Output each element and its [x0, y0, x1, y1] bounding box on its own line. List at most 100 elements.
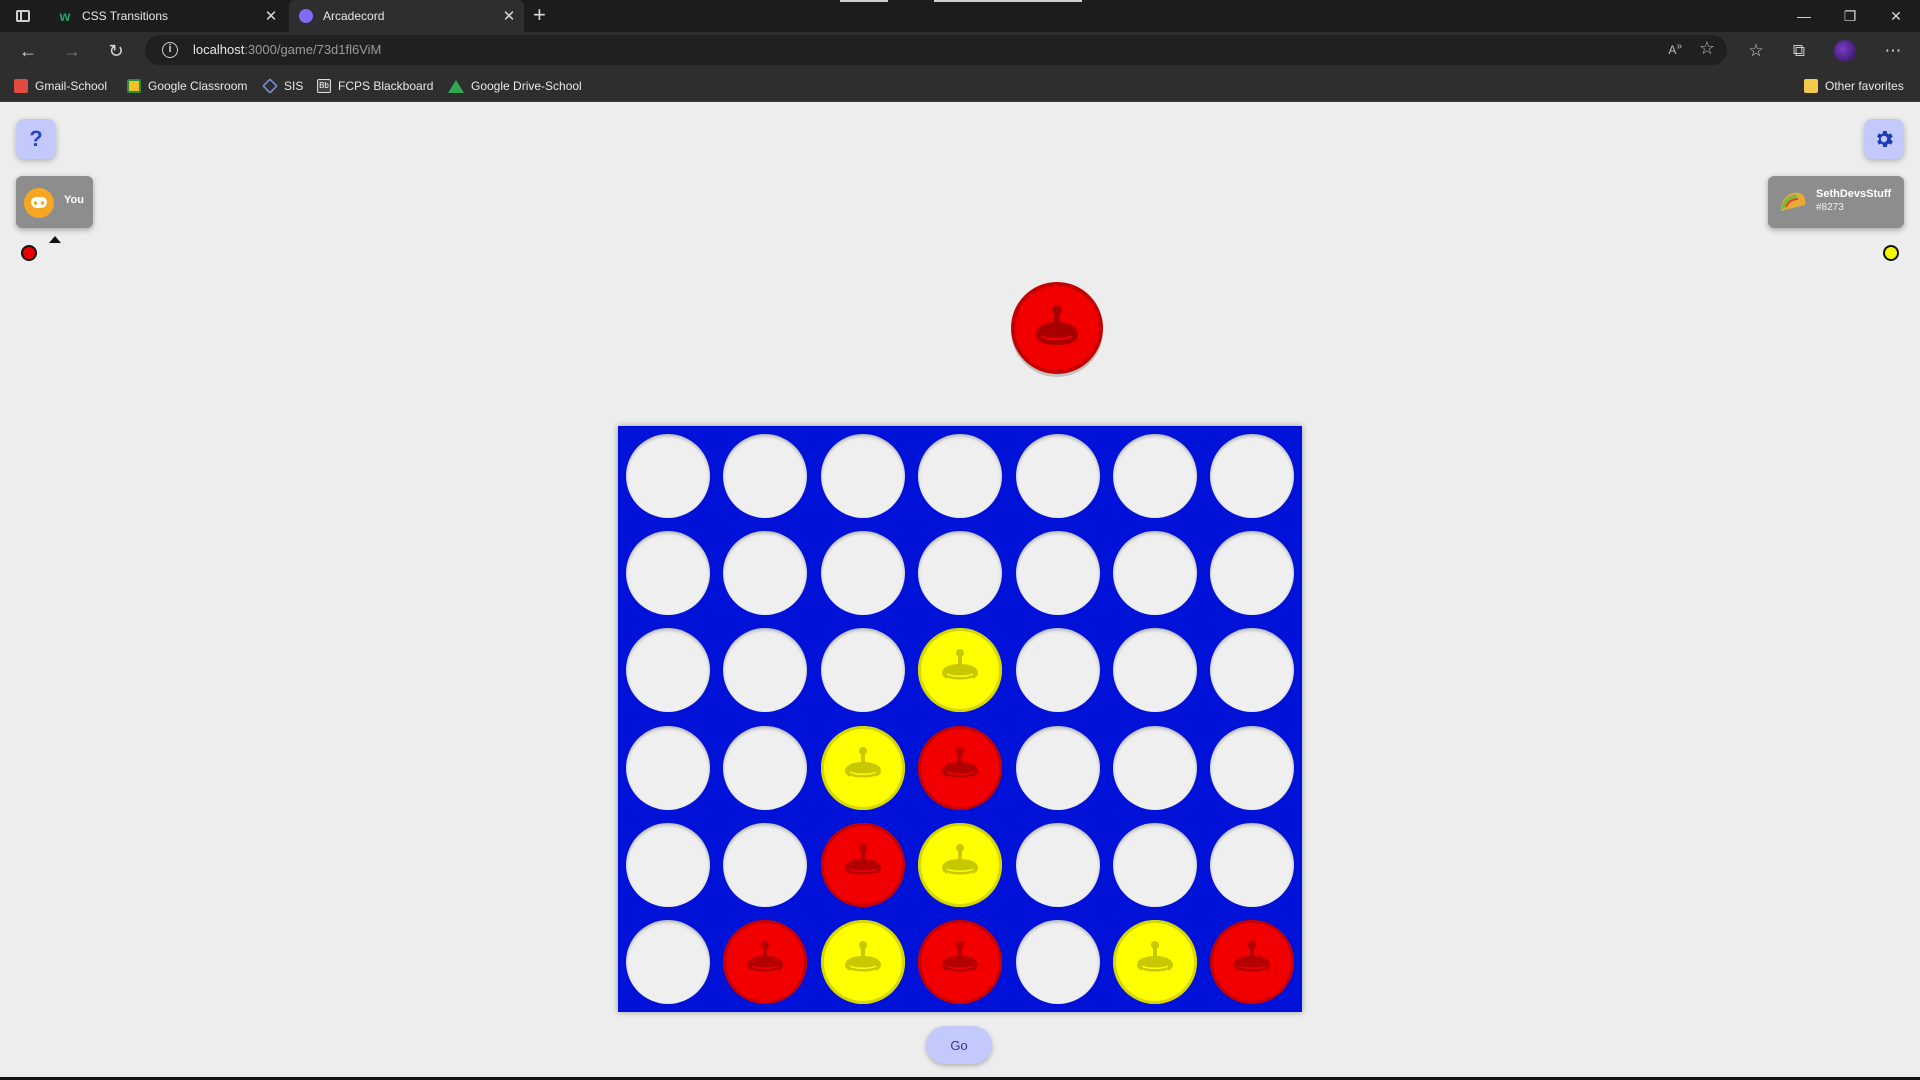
bookmark-classroom[interactable]: Google Classroom	[127, 78, 247, 94]
window-strip	[934, 0, 1082, 2]
go-button[interactable]: Go	[926, 1026, 992, 1064]
settings-button[interactable]	[1864, 119, 1904, 159]
yellow-piece[interactable]	[918, 822, 1003, 907]
new-tab-icon[interactable]: +	[533, 3, 546, 27]
empty-slot[interactable]	[1113, 725, 1197, 810]
favorite-star-icon[interactable]: ☆	[1699, 38, 1715, 59]
empty-slot[interactable]	[1015, 822, 1100, 907]
close-tab-icon[interactable]: ✕	[498, 7, 520, 25]
bookmark-gmail[interactable]: Gmail-School	[14, 78, 107, 94]
yellow-piece[interactable]	[918, 628, 1003, 713]
tab-actions-icon[interactable]	[12, 6, 34, 26]
player-color-dot-red	[21, 245, 37, 261]
empty-slot[interactable]	[723, 434, 808, 518]
yellow-piece[interactable]	[820, 725, 905, 810]
bookmark-drive[interactable]: Google Drive-School	[448, 78, 582, 94]
sis-icon	[262, 78, 278, 94]
tab-css-transitions[interactable]: w CSS Transitions ✕	[48, 0, 286, 32]
other-favorites[interactable]: Other favorites	[1804, 78, 1904, 94]
joystick-icon	[942, 746, 979, 779]
joystick-icon	[747, 941, 784, 973]
empty-slot[interactable]	[820, 434, 905, 518]
empty-slot[interactable]	[1015, 531, 1100, 616]
site-info-icon[interactable]: i	[162, 42, 178, 58]
empty-slot[interactable]	[1210, 822, 1295, 907]
empty-slot[interactable]	[723, 628, 808, 713]
address-bar[interactable]: i localhost:3000/game/73d1fl6ViM A» ☆	[145, 35, 1727, 65]
empty-slot[interactable]	[626, 531, 710, 616]
empty-slot[interactable]	[626, 920, 710, 1004]
empty-slot[interactable]	[1015, 434, 1100, 518]
red-piece[interactable]	[1210, 920, 1295, 1004]
empty-slot[interactable]	[723, 822, 808, 907]
w3schools-icon: w	[59, 8, 71, 24]
empty-slot[interactable]	[1015, 725, 1100, 810]
joystick-icon	[942, 649, 979, 682]
empty-slot[interactable]	[1113, 822, 1197, 907]
joystick-icon	[844, 941, 881, 973]
joystick-icon	[1137, 941, 1173, 973]
empty-slot[interactable]	[626, 725, 710, 810]
read-aloud-icon[interactable]: A»	[1668, 41, 1682, 57]
empty-slot[interactable]	[1113, 628, 1197, 713]
turn-indicator-arrow	[49, 236, 61, 243]
yellow-piece[interactable]	[1113, 920, 1197, 1004]
discord-avatar-icon	[24, 188, 54, 218]
close-window-icon[interactable]: ✕	[1873, 0, 1919, 32]
empty-slot[interactable]	[1210, 434, 1295, 518]
joystick-icon	[844, 843, 881, 876]
forward-icon[interactable]: →	[60, 39, 84, 63]
joystick-icon	[942, 941, 979, 973]
empty-slot[interactable]	[1015, 628, 1100, 713]
yellow-piece[interactable]	[820, 920, 905, 1004]
empty-slot[interactable]	[918, 531, 1003, 616]
tab-title: Arcadecord	[323, 9, 385, 23]
player-card-you: You	[16, 176, 93, 228]
empty-slot[interactable]	[1210, 531, 1295, 616]
gmail-icon	[14, 79, 28, 93]
back-icon[interactable]: ←	[16, 39, 40, 63]
joystick-icon	[1234, 941, 1271, 973]
drive-icon	[448, 79, 464, 93]
collections-icon[interactable]: ⧉	[1788, 40, 1810, 62]
empty-slot[interactable]	[626, 628, 710, 713]
empty-slot[interactable]	[1210, 628, 1295, 713]
empty-slot[interactable]	[1113, 531, 1197, 616]
joystick-icon	[844, 746, 881, 779]
favorites-icon[interactable]: ☆	[1745, 40, 1767, 62]
game-board[interactable]	[618, 426, 1302, 1012]
tab-arcadecord[interactable]: Arcadecord ✕	[289, 0, 524, 32]
empty-slot[interactable]	[1210, 725, 1295, 810]
close-tab-icon[interactable]: ✕	[260, 7, 282, 25]
minimize-icon[interactable]: —	[1781, 0, 1827, 32]
bookmark-sis[interactable]: SIS	[262, 78, 303, 94]
restore-icon[interactable]: ❐	[1827, 0, 1873, 32]
joystick-icon	[942, 843, 979, 876]
profile-avatar[interactable]	[1834, 40, 1856, 62]
game-page: ? You SethDevsStuff #8273 Go	[0, 102, 1920, 1080]
empty-slot[interactable]	[723, 725, 808, 810]
taco-avatar-icon	[1781, 192, 1806, 211]
empty-slot[interactable]	[820, 628, 905, 713]
current-red-piece[interactable]	[1008, 280, 1106, 378]
empty-slot[interactable]	[1113, 434, 1197, 518]
folder-icon	[1804, 79, 1818, 93]
empty-slot[interactable]	[626, 434, 710, 518]
red-piece[interactable]	[723, 920, 808, 1004]
empty-slot[interactable]	[723, 531, 808, 616]
red-piece[interactable]	[918, 725, 1003, 810]
reload-icon[interactable]: ↻	[104, 39, 128, 63]
red-piece[interactable]	[820, 822, 905, 907]
red-piece[interactable]	[918, 920, 1003, 1004]
arcadecord-icon	[299, 9, 313, 23]
empty-slot[interactable]	[1015, 920, 1100, 1004]
url-text: localhost:3000/game/73d1fl6ViM	[193, 42, 382, 57]
browser-toolbar: ← → ↻ i localhost:3000/game/73d1fl6ViM A…	[0, 32, 1920, 70]
help-button[interactable]: ?	[16, 119, 56, 159]
blackboard-icon: Bb	[317, 79, 331, 93]
more-menu-icon[interactable]: ⋯	[1882, 40, 1904, 62]
bookmark-blackboard[interactable]: Bb FCPS Blackboard	[317, 78, 433, 94]
empty-slot[interactable]	[820, 531, 905, 616]
empty-slot[interactable]	[918, 434, 1003, 518]
empty-slot[interactable]	[626, 822, 710, 907]
